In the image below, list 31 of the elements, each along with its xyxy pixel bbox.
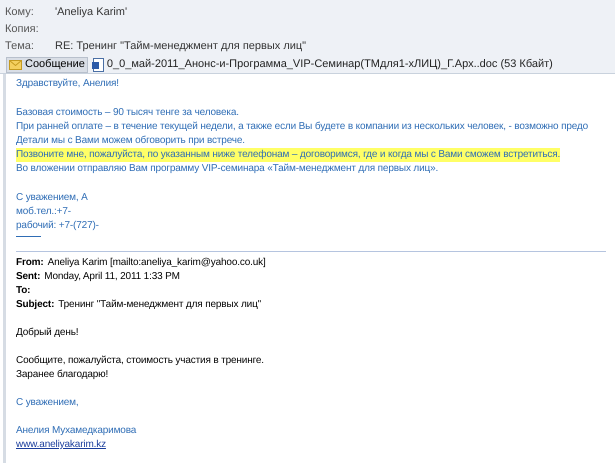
body-text: Во вложении отправляю Вам программу VIP-семинара «Тайм-менеджмент для первых лиц». [16, 162, 440, 176]
header-label: From: [16, 256, 44, 270]
header-value: Aneliya Karim [mailto:aneliya_karim@yahoo.co.uk] [48, 256, 266, 270]
field-label: Тема: [4, 39, 35, 54]
header-label: To: [16, 284, 30, 298]
body-text: При ранней оплате – в течение текущей недели, а также если Вы будете в компании из нескольких человек, - возможно предо [16, 120, 590, 134]
signature-line: С уважением, А [16, 191, 89, 205]
attachment-tab[interactable]: Сообщение [6, 56, 88, 72]
signature-line: моб.тел.:+7- [16, 205, 72, 219]
header-label: Subject: [16, 298, 54, 312]
body-text: Базовая стоимость – 90 тысяч тенге за человека. [16, 106, 240, 120]
document-icon [92, 58, 104, 72]
field-label: Копия: [4, 22, 40, 38]
website-link[interactable]: www.aneliyakarim.kz [16, 438, 106, 452]
header-value: Тренинг "Тайм-менеджмент для первых лиц" [58, 298, 262, 312]
header-label: Sent: [16, 270, 40, 284]
closing-text: С уважением, [16, 396, 80, 410]
sender-name: Анелия Мухамедкаримова [16, 424, 138, 438]
body-text: Сообщите, пожалуйста, стоимость участия в тренинге. [16, 354, 265, 368]
body-text: Здравствуйте, Анелия! [16, 77, 120, 91]
signature-line: рабочий: +7-(727)- [16, 219, 100, 233]
body-text: Детали мы с Вами можем обговорить при встрече. [16, 134, 246, 148]
field-value: 'Aneliya Karim' [55, 5, 128, 20]
attachment-tab[interactable]: 0_0_май-2011_Анонс-и-Программа_VIP-Семинар(ТМдля1-хЛИЦ)_Г.Арх..doc (53 Кбайт) [90, 56, 555, 72]
envelope-icon [9, 60, 22, 70]
body-text: Заранее благодарю! [16, 368, 110, 382]
header-value: Monday, April 11, 2011 1:33 PM [44, 270, 180, 284]
field-label: Кому: [4, 5, 35, 20]
field-value: RE: Тренинг "Тайм-менеджмент для первых лиц" [55, 39, 306, 54]
highlighted-text: Позвоните мне, пожалуйста, по указанным ниже телефонам – договоримся, где и когда мы с Вами сможем встретиться. [16, 148, 560, 162]
body-text: Добрый день! [16, 326, 80, 340]
